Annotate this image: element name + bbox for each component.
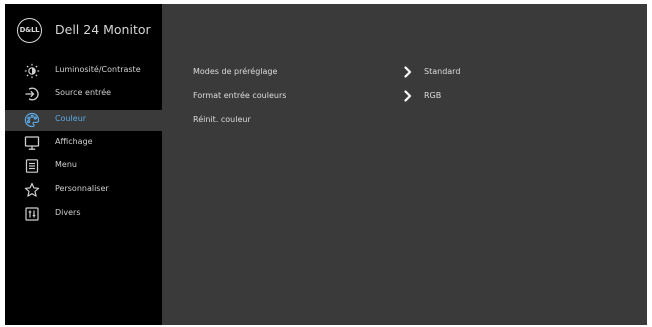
row-label: Format entrée couleurs: [193, 91, 287, 100]
model-name: Dell 24 Monitor: [55, 22, 151, 37]
display-icon: [24, 135, 40, 151]
sidebar-item-label: Personnaliser: [55, 184, 109, 193]
sidebar-item-label: Luminosité/Contraste: [55, 65, 141, 74]
sidebar-item-label: Affichage: [55, 137, 93, 146]
brand-header: D&LL Dell 24 Monitor: [5, 4, 162, 56]
monitor-osd: D&LL Dell 24 Monitor Luminosité/Contrast…: [5, 4, 647, 325]
sidebar-item-input-source[interactable]: Source entrée: [5, 84, 162, 105]
sidebar-item-label: Couleur: [55, 114, 87, 123]
sidebar-item-personalize[interactable]: Personnaliser: [5, 180, 162, 201]
sidebar-item-label: Divers: [55, 208, 81, 217]
row-input-color-format[interactable]: Format entrée couleurs RGB: [162, 87, 647, 107]
menu-list-icon: [24, 158, 40, 174]
sidebar-item-color[interactable]: Couleur: [5, 110, 162, 131]
row-preset-modes[interactable]: Modes de préréglage Standard: [162, 63, 647, 83]
dell-logo: D&LL: [17, 18, 42, 43]
brightness-icon: [24, 63, 40, 79]
sidebar: D&LL Dell 24 Monitor Luminosité/Contrast…: [5, 4, 162, 325]
color-palette-icon: [24, 112, 40, 128]
row-value: Standard: [424, 67, 461, 76]
row-reset-color[interactable]: Réinit. couleur: [162, 111, 647, 131]
sidebar-item-menu[interactable]: Menu: [5, 156, 162, 177]
others-icon: [24, 206, 40, 222]
chevron-right-icon: [404, 90, 412, 102]
sidebar-item-others[interactable]: Divers: [5, 204, 162, 225]
sidebar-item-display[interactable]: Affichage: [5, 133, 162, 154]
settings-panel: Modes de préréglage Standard Format entr…: [162, 4, 647, 325]
sidebar-item-brightness-contrast[interactable]: Luminosité/Contraste: [5, 61, 162, 82]
star-icon: [24, 182, 40, 198]
row-label: Modes de préréglage: [193, 67, 278, 76]
row-label: Réinit. couleur: [193, 115, 251, 124]
chevron-right-icon: [404, 66, 412, 78]
input-source-icon: [24, 86, 40, 102]
sidebar-item-label: Menu: [55, 160, 77, 169]
row-value: RGB: [424, 91, 442, 100]
sidebar-item-label: Source entrée: [55, 88, 112, 97]
